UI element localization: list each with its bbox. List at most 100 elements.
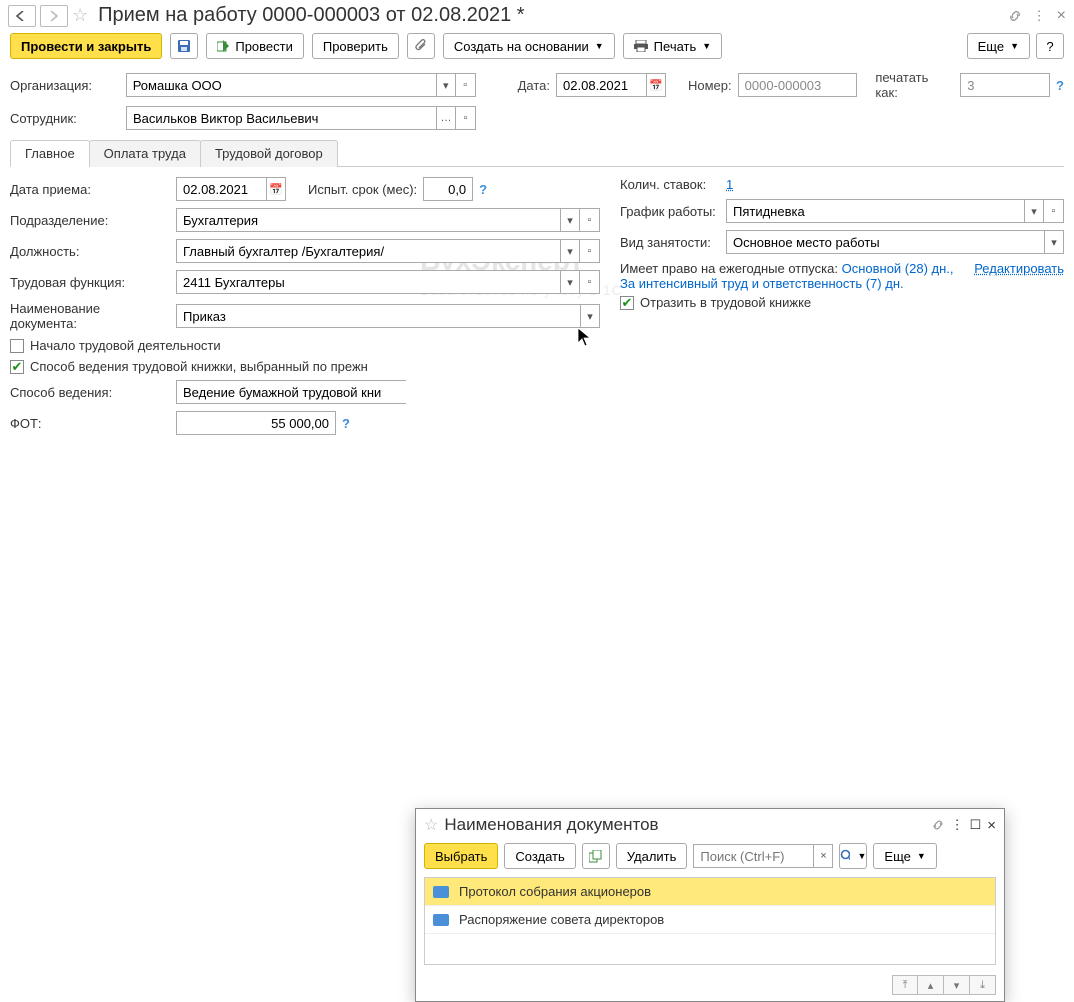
- schedule-input[interactable]: [726, 199, 1024, 223]
- popup-search-clear[interactable]: ×: [813, 844, 833, 868]
- docname-dropdown[interactable]: ▾: [580, 304, 600, 328]
- popup-delete-button[interactable]: Удалить: [616, 843, 688, 869]
- attach-button[interactable]: [407, 33, 435, 59]
- func-label: Трудовая функция:: [10, 275, 170, 290]
- popup-search-button[interactable]: ▼: [839, 843, 867, 869]
- help-hint-icon[interactable]: ?: [342, 416, 350, 431]
- close-icon[interactable]: ×: [1057, 7, 1066, 25]
- schedule-label: График работы:: [620, 204, 720, 219]
- method-checkbox[interactable]: ✔: [10, 360, 24, 374]
- emptype-dropdown[interactable]: ▾: [1044, 230, 1064, 254]
- docname-input[interactable]: [176, 304, 580, 328]
- scroll-down-icon[interactable]: ▾: [944, 975, 970, 995]
- func-open[interactable]: ▫: [580, 270, 600, 294]
- maximize-icon[interactable]: ☐: [970, 817, 982, 833]
- check-button[interactable]: Проверить: [312, 33, 399, 59]
- employee-label: Сотрудник:: [10, 111, 120, 126]
- schedule-dropdown[interactable]: ▾: [1024, 199, 1044, 223]
- rates-link[interactable]: 1: [726, 177, 733, 192]
- popup-more-button[interactable]: Еще ▼: [873, 843, 936, 869]
- employee-open[interactable]: ▫: [456, 106, 476, 130]
- popup-more-label: Еще: [884, 849, 910, 864]
- calendar-icon[interactable]: 📅: [266, 177, 286, 201]
- close-icon[interactable]: ×: [987, 817, 996, 834]
- emptype-label: Вид занятости:: [620, 235, 720, 250]
- list-item-label: Распоряжение совета директоров: [459, 912, 664, 927]
- hire-date-input[interactable]: [176, 177, 266, 201]
- popup-select-button[interactable]: Выбрать: [424, 843, 498, 869]
- rates-label: Колич. ставок:: [620, 177, 720, 192]
- dept-open[interactable]: ▫: [580, 208, 600, 232]
- scroll-top-icon[interactable]: ⤒: [892, 975, 918, 995]
- popup-search-input[interactable]: [693, 844, 813, 868]
- employee-ellipsis[interactable]: …: [436, 106, 456, 130]
- star-icon[interactable]: ☆: [424, 815, 438, 835]
- org-dropdown[interactable]: ▾: [436, 73, 456, 97]
- popup-list: Протокол собрания акционеров Распоряжени…: [424, 877, 996, 965]
- position-open[interactable]: ▫: [580, 239, 600, 263]
- nav-forward-button[interactable]: [40, 5, 68, 27]
- func-input[interactable]: [176, 270, 560, 294]
- probation-label: Испыт. срок (мес):: [308, 182, 417, 197]
- probation-input[interactable]: [423, 177, 473, 201]
- date-label: Дата:: [518, 78, 550, 93]
- post-button[interactable]: Провести: [206, 33, 304, 59]
- chevron-down-icon: ▼: [702, 41, 711, 51]
- nav-back-button[interactable]: [8, 5, 36, 27]
- dept-dropdown[interactable]: ▾: [560, 208, 580, 232]
- help-hint-icon[interactable]: ?: [1056, 78, 1064, 93]
- reflect-checkbox[interactable]: ✔: [620, 296, 634, 310]
- org-input[interactable]: [126, 73, 436, 97]
- main-toolbar: Провести и закрыть Провести Проверить Со…: [0, 29, 1074, 67]
- leave-main-link[interactable]: Основной (28) дн.,: [842, 261, 954, 276]
- save-button[interactable]: [170, 33, 198, 59]
- schedule-open[interactable]: ▫: [1044, 199, 1064, 223]
- scroll-up-icon[interactable]: ▴: [918, 975, 944, 995]
- position-dropdown[interactable]: ▾: [560, 239, 580, 263]
- list-item[interactable]: Распоряжение совета директоров: [425, 906, 995, 934]
- position-label: Должность:: [10, 244, 170, 259]
- edit-link[interactable]: Редактировать: [974, 261, 1064, 276]
- star-icon[interactable]: ☆: [72, 5, 88, 26]
- document-icon: [433, 886, 449, 898]
- list-item[interactable]: Протокол собрания акционеров: [425, 878, 995, 906]
- func-dropdown[interactable]: ▾: [560, 270, 580, 294]
- method-checkbox-label: Способ ведения трудовой книжки, выбранны…: [30, 359, 368, 374]
- date-input[interactable]: [556, 73, 646, 97]
- docname-label: Наименование документа:: [10, 301, 170, 331]
- help-hint-icon[interactable]: ?: [479, 182, 487, 197]
- post-and-close-button[interactable]: Провести и закрыть: [10, 33, 162, 59]
- leave-extra-link[interactable]: За интенсивный труд и ответственность (7…: [620, 276, 904, 291]
- help-button[interactable]: ?: [1036, 33, 1064, 59]
- popup-copy-button[interactable]: [582, 843, 610, 869]
- print-as-input[interactable]: [960, 73, 1050, 97]
- create-based-button[interactable]: Создать на основании ▼: [443, 33, 615, 59]
- popup-create-button[interactable]: Создать: [504, 843, 575, 869]
- chevron-down-icon: ▼: [1010, 41, 1019, 51]
- start-activity-checkbox[interactable]: [10, 339, 24, 353]
- print-button[interactable]: Печать ▼: [623, 33, 723, 59]
- emptype-input[interactable]: [726, 230, 1044, 254]
- print-as-label: печатать как:: [875, 70, 954, 100]
- scroll-bottom-icon[interactable]: ⤓: [970, 975, 996, 995]
- position-input[interactable]: [176, 239, 560, 263]
- kebab-icon[interactable]: ⋮: [951, 817, 964, 833]
- number-input[interactable]: [738, 73, 858, 97]
- tab-contract[interactable]: Трудовой договор: [200, 140, 338, 167]
- link-icon[interactable]: [1007, 8, 1023, 24]
- calendar-icon[interactable]: 📅: [646, 73, 666, 97]
- dept-input[interactable]: [176, 208, 560, 232]
- leave-text: Имеет право на ежегодные отпуска:: [620, 261, 838, 276]
- tab-pay[interactable]: Оплата труда: [89, 140, 201, 167]
- create-based-label: Создать на основании: [454, 39, 589, 54]
- more-button[interactable]: Еще ▼: [967, 33, 1030, 59]
- method-input[interactable]: [176, 380, 406, 404]
- link-icon[interactable]: [931, 818, 945, 832]
- kebab-icon[interactable]: ⋮: [1033, 8, 1047, 24]
- fot-input[interactable]: [176, 411, 336, 435]
- popup-title: Наименования документов: [444, 815, 924, 835]
- employee-input[interactable]: [126, 106, 436, 130]
- org-open[interactable]: ▫: [456, 73, 476, 97]
- tab-main[interactable]: Главное: [10, 140, 90, 167]
- chevron-down-icon: ▼: [595, 41, 604, 51]
